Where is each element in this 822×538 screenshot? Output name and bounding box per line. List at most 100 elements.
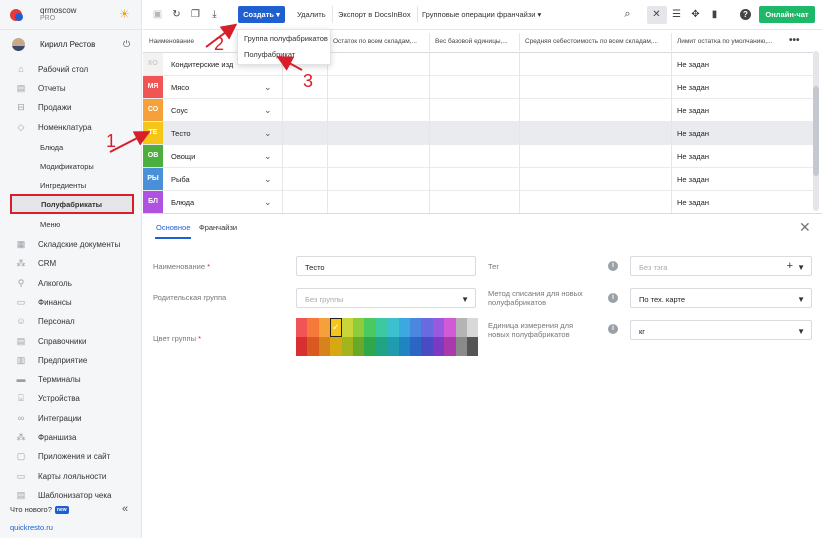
color-swatch[interactable] [330,337,342,356]
move-icon[interactable]: ✥ [690,9,701,20]
color-swatch[interactable] [467,337,479,356]
color-swatch[interactable] [307,318,319,337]
theme-toggle-icon[interactable]: ☀ [119,8,131,20]
sidebar-item-apps[interactable]: ▢ Приложения и сайт [0,447,142,465]
search-icon[interactable]: ⌕ [622,9,633,20]
color-swatch[interactable] [375,337,388,356]
sidebar-item-loyalty[interactable]: ▭ Карты лояльности [0,467,142,485]
sidebar-item-staff[interactable]: ☺ Персонал [0,312,142,330]
sidebar-item-warehouse[interactable]: ▦ Складские документы [0,235,142,253]
sidebar-item-franchise[interactable]: ⁂ Франшиза [0,428,142,446]
export-docsinbox-button[interactable]: Экспорт в DocsInBox [332,6,418,23]
close-panel-icon[interactable]: ✕ [799,219,811,236]
info-icon[interactable]: i [608,261,618,271]
download-icon[interactable]: ⤓ [209,9,220,20]
color-swatch[interactable] [296,318,308,337]
sidebar-item-terminal[interactable]: ▬ Терминалы [0,370,142,388]
site-link[interactable]: quickresto.ru [10,523,53,532]
table-row[interactable]: ОВ Овощи ⌄ Не задан [143,145,813,168]
sidebar-subitem-menu[interactable]: Меню [0,215,142,233]
tag-select[interactable]: Без тэга + ▼ [630,256,812,276]
color-swatch[interactable] [410,318,422,337]
table-row[interactable]: РЫ Рыба ⌄ Не задан [143,168,813,191]
color-swatch[interactable] [455,318,467,337]
color-swatch[interactable] [398,318,410,337]
sidebar-subitem-semifinished[interactable]: Полуфабрикаты [10,194,134,214]
color-swatch[interactable] [455,337,467,356]
color-swatch[interactable] [375,318,388,337]
copy-icon[interactable]: ❐ [190,9,201,20]
power-icon[interactable]: ⏻ [123,39,130,50]
avatar[interactable] [12,38,25,51]
online-chat-button[interactable]: Онлайн-чат [759,6,815,23]
sidebar-item-reports[interactable]: ▤ Отчеты [0,79,142,97]
writeoff-method-select[interactable]: По тех. карте ▼ [630,288,812,308]
table-row[interactable]: СО Соус ⌄ Не задан [143,99,813,122]
expand-chevron-icon[interactable]: ⌄ [264,174,272,185]
tab-main[interactable]: Основное [156,223,190,232]
color-swatch[interactable] [421,337,433,356]
info-icon[interactable]: i [608,293,618,303]
column-header-cost[interactable]: Средняя себестоимость по всем складам,..… [525,38,667,45]
sidebar-item-integrations[interactable]: ∞ Интеграции [0,409,142,427]
color-swatch[interactable] [410,337,422,356]
sidebar-item-sales[interactable]: ⊟ Продажи [0,98,142,116]
group-operations-button[interactable]: Групповые операции франчайзи ▾ [416,6,547,23]
sidebar-item-finance[interactable]: ▭ Финансы [0,293,142,311]
expand-chevron-icon[interactable]: ⌄ [264,82,272,93]
color-swatch[interactable] [432,318,445,337]
sidebar-item-reference[interactable]: ▤ Справочники [0,332,142,350]
color-swatch[interactable] [341,318,353,337]
table-row[interactable]: ТЕ Тесто ⌄ Не задан [143,122,813,145]
expand-chevron-icon[interactable]: ⌄ [264,105,272,116]
tools-icon[interactable]: ✕ [651,9,662,20]
color-swatch[interactable] [364,318,376,337]
sidebar-item-nomenclature[interactable]: ◇ Номенклатура [0,118,142,136]
refresh-icon[interactable]: ↻ [171,9,182,20]
color-swatch[interactable] [353,318,365,337]
color-swatch[interactable] [387,337,399,356]
sidebar-subitem-ingredients[interactable]: Ингредиенты [0,176,142,194]
color-swatch[interactable] [444,318,456,337]
delete-button[interactable]: Удалить [291,6,333,23]
color-swatch[interactable] [444,337,456,356]
sidebar-item-enterprise[interactable]: ▥ Предприятие [0,351,142,369]
whats-new-link[interactable]: Что нового? new [10,505,69,514]
trash-icon[interactable]: ▮ [709,9,720,20]
color-swatch[interactable] [421,318,433,337]
color-swatch[interactable] [467,318,479,337]
table-row[interactable]: БЛ Блюда ⌄ Не задан [143,191,813,214]
sidebar-subitem-modifiers[interactable]: Модификаторы [0,157,142,175]
list-view-icon[interactable]: ☰ [671,9,682,20]
color-swatch[interactable] [341,337,353,356]
color-swatch[interactable] [296,337,308,356]
column-header-stock[interactable]: Остаток по всем складам,... [333,38,428,45]
sidebar-item-crm[interactable]: ⁂ CRM [0,254,142,272]
menu-item-semifinished[interactable]: Полуфабрикат [244,50,295,59]
expand-chevron-icon[interactable]: ⌄ [264,151,272,162]
color-swatch[interactable] [353,337,365,356]
expand-chevron-icon[interactable]: ⌄ [264,128,272,139]
menu-item-semifinished-group[interactable]: Группа полуфабрикатов [244,34,328,43]
more-columns-icon[interactable]: ••• [789,35,800,46]
sidebar-item-alcohol[interactable]: ⚲ Алкоголь [0,274,142,292]
sidebar-item-dashboard[interactable]: ⌂ Рабочий стол [0,60,142,78]
table-row[interactable]: МЯ Мясо ⌄ Не задан [143,76,813,99]
name-input[interactable]: Тесто [296,256,476,276]
color-swatch[interactable] [432,337,445,356]
color-swatch[interactable]: ✓ [330,318,342,337]
sidebar-item-devices[interactable]: ⌸ Устройства [0,389,142,407]
color-swatch[interactable] [318,337,331,356]
table-scrollbar[interactable] [813,51,819,211]
save-icon[interactable]: ▣ [152,9,163,20]
column-header-weight[interactable]: Вес базовой единицы,... [435,38,515,45]
color-swatch[interactable] [387,318,399,337]
help-icon[interactable]: ? [740,9,751,20]
info-icon[interactable]: i [608,324,618,334]
color-swatch[interactable] [398,337,410,356]
create-button[interactable]: Создать ▾ [238,6,285,23]
parent-group-select[interactable]: Без группы ▼ [296,288,476,308]
add-icon[interactable]: + [787,260,793,272]
collapse-sidebar-icon[interactable]: « [122,503,128,515]
sidebar-item-receipt[interactable]: ▤ Шаблонизатор чека [0,486,142,504]
